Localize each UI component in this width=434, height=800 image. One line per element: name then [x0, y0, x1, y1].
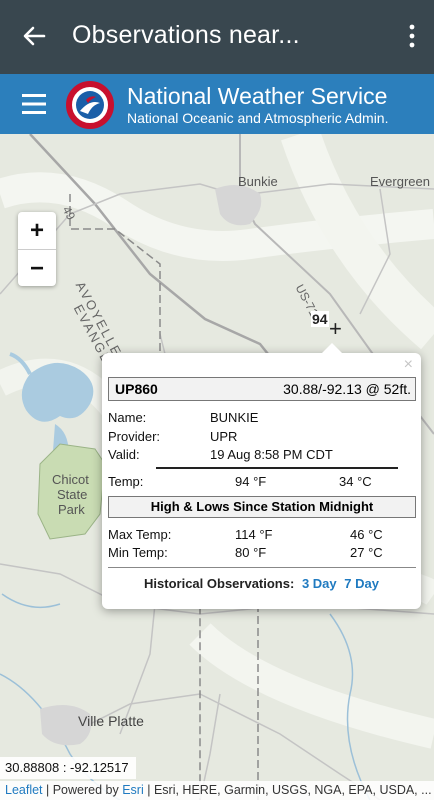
esri-link[interactable]: Esri — [122, 783, 144, 797]
arrow-left-icon[interactable] — [18, 20, 50, 52]
nws-header: National Weather Service National Oceani… — [0, 74, 434, 134]
zoom-in-button[interactable]: + — [18, 212, 56, 249]
provider-value: UPR — [210, 429, 238, 444]
min-temp-c: 27 °C — [350, 545, 383, 560]
popup-tip — [322, 343, 342, 353]
map-attribution: Leaflet | Powered by Esri | Esri, HERE, … — [0, 781, 434, 800]
leaflet-link[interactable]: Leaflet — [5, 783, 43, 797]
history-3-day-link[interactable]: 3 Day — [302, 576, 337, 591]
station-header: UP860 30.88/-92.13 @ 52ft. — [108, 377, 416, 401]
nws-title: National Weather Service — [127, 83, 388, 109]
attribution-sources: | Esri, HERE, Garmin, USGS, NGA, EPA, US… — [143, 783, 432, 797]
place-label-park: Park — [58, 502, 85, 517]
more-vertical-icon[interactable] — [404, 22, 420, 50]
place-label-bunkie: Bunkie — [238, 174, 278, 189]
temp-label: Temp: — [108, 474, 144, 489]
hamburger-menu-icon[interactable] — [22, 93, 46, 115]
temp-f: 94 °F — [235, 474, 267, 489]
divider — [108, 567, 416, 568]
coordinate-readout: 30.88808 : -92.12517 — [0, 757, 136, 779]
app-bar: Observations near... — [0, 0, 434, 74]
min-temp-f: 80 °F — [235, 545, 267, 560]
powered-by-text: | Powered by — [42, 783, 123, 797]
max-temp-f: 114 °F — [235, 527, 273, 542]
nws-logo — [66, 81, 114, 129]
place-label-evergreen: Evergreen — [370, 174, 430, 189]
temp-c: 34 °C — [339, 474, 372, 489]
max-temp-label: Max Temp: — [108, 527, 172, 542]
station-id: UP860 — [115, 381, 158, 397]
place-label-chicot: Chicot — [52, 472, 89, 487]
max-temp-c: 46 °C — [350, 527, 383, 542]
zoom-out-button[interactable]: − — [18, 249, 56, 286]
name-label: Name: — [108, 410, 147, 425]
highs-lows-header: High & Lows Since Station Midnight — [108, 496, 416, 518]
popup-close-button[interactable]: × — [404, 356, 413, 374]
valid-value: 19 Aug 8:58 PM CDT — [210, 447, 333, 462]
place-label-state: State — [57, 487, 88, 502]
nws-subtitle: National Oceanic and Atmospheric Admin. — [127, 110, 389, 126]
valid-label: Valid: — [108, 447, 140, 462]
provider-label: Provider: — [108, 429, 161, 444]
road-label-94: 94 — [311, 311, 329, 327]
historical-label: Historical Observations: — [144, 576, 295, 591]
station-marker[interactable]: + — [329, 318, 342, 340]
station-popup: × UP860 30.88/-92.13 @ 52ft. Name: BUNKI… — [102, 343, 421, 609]
zoom-control: + − — [18, 212, 56, 286]
page-title: Observations near... — [72, 21, 300, 49]
place-label-ville-platte: Ville Platte — [78, 713, 144, 729]
min-temp-label: Min Temp: — [108, 545, 168, 560]
station-location: 30.88/-92.13 @ 52ft. — [283, 381, 411, 397]
historical-observations: Historical Observations: 3 Day 7 Day — [102, 576, 421, 591]
divider — [156, 467, 398, 469]
name-value: BUNKIE — [210, 410, 259, 425]
history-7-day-link[interactable]: 7 Day — [344, 576, 379, 591]
